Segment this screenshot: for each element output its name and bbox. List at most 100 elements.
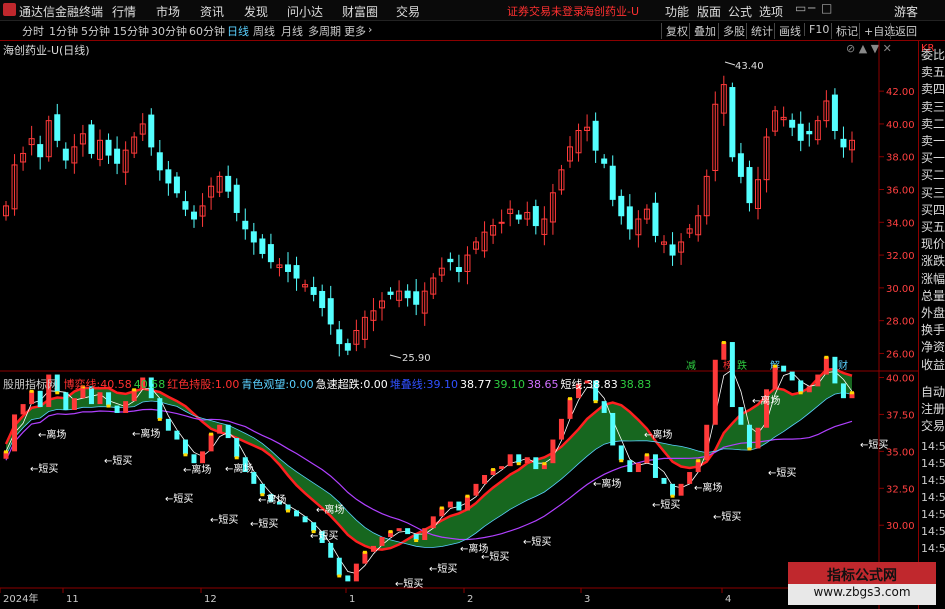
menu-wenxiaoda[interactable]: 问小达 xyxy=(287,3,323,20)
watermark-url: www.zbgs3.com xyxy=(813,585,911,599)
menu-hangqing[interactable]: 行情 xyxy=(112,3,136,20)
candle-body xyxy=(310,287,317,295)
period-monthly[interactable]: 月线 xyxy=(281,23,303,39)
ind-dot xyxy=(542,462,547,466)
ind-bar xyxy=(798,380,804,393)
ind-bar xyxy=(627,460,633,473)
minimize-icon[interactable]: ─ xyxy=(808,1,815,15)
period-15min[interactable]: 15分钟 xyxy=(113,23,149,39)
ind-bar xyxy=(729,342,735,408)
date-label: 3 xyxy=(584,594,590,605)
indicator-axis: 40.00 37.50 35.00 32.50 30.00 xyxy=(879,374,915,532)
candle-body xyxy=(225,175,232,192)
quote-lower-item[interactable]: 交易 xyxy=(921,419,945,434)
ind-dot xyxy=(183,453,188,457)
btn-tongji[interactable]: 统计 xyxy=(746,23,773,39)
menu-shichang[interactable]: 市场 xyxy=(156,3,180,20)
quote-lower-item[interactable]: 自动 xyxy=(921,385,945,400)
candle-body xyxy=(669,244,676,256)
ind-bar xyxy=(772,365,778,390)
date-axis: 2024年 11 12 1 2 3 4 xyxy=(0,588,731,605)
ind-dot xyxy=(439,506,444,510)
ind-dot xyxy=(824,355,829,359)
ind-bar xyxy=(20,404,26,415)
trade-time: 14:5 xyxy=(921,474,945,487)
menu-zixun[interactable]: 资讯 xyxy=(200,3,224,20)
ind-bar xyxy=(353,563,359,582)
buy-signal-label: ←短买 xyxy=(523,535,551,548)
trade-login-notice[interactable]: 证券交易未登录 xyxy=(507,3,584,19)
btn-duogu[interactable]: 多股 xyxy=(718,23,745,39)
period-1min[interactable]: 1分钟 xyxy=(49,23,78,39)
candle-body xyxy=(88,124,95,154)
kline-chart[interactable]: 42.00 40.00 38.00 36.00 34.00 32.00 30.00 28.00… xyxy=(0,40,918,609)
indicator-value: 40.58 xyxy=(133,378,166,391)
ind-dot xyxy=(850,391,854,395)
restore-icon[interactable]: ▭ xyxy=(795,1,806,15)
ind-bar xyxy=(507,454,513,467)
candle-body xyxy=(114,148,121,164)
period-daily[interactable]: 日线 xyxy=(227,23,249,39)
candle-body xyxy=(242,220,249,230)
period-5min[interactable]: 5分钟 xyxy=(81,23,110,39)
quote-lower-item[interactable]: 注册 xyxy=(921,402,945,417)
menu-jiaoyi[interactable]: 交易 xyxy=(396,3,420,20)
period-60min[interactable]: 60分钟 xyxy=(189,23,225,39)
ind-bar xyxy=(208,433,214,452)
ind-bar xyxy=(806,386,812,393)
ind-bar xyxy=(217,424,223,434)
menu-gongshi[interactable]: 公式 xyxy=(728,3,752,20)
period-30min[interactable]: 30分钟 xyxy=(151,23,187,39)
menu-gongneng[interactable]: 功能 xyxy=(665,3,689,20)
app-logo-icon xyxy=(3,3,16,16)
maximize-icon[interactable]: □ xyxy=(821,1,832,15)
candle-body xyxy=(250,231,257,243)
ind-dot xyxy=(644,453,649,457)
candle-body xyxy=(233,184,240,213)
period-more[interactable]: 更多 xyxy=(344,23,366,39)
ind-bar xyxy=(840,383,846,399)
candle-body xyxy=(609,165,616,200)
btn-fanhui[interactable]: 返回 xyxy=(890,23,917,39)
ind-bar xyxy=(234,438,240,458)
candle-body xyxy=(515,214,522,220)
period-multi[interactable]: 多周期 xyxy=(308,23,341,39)
buy-signal-label: ←短买 xyxy=(250,517,278,530)
menu-banmian[interactable]: 版面 xyxy=(697,3,721,20)
ind-dot xyxy=(4,450,8,454)
ind-bar xyxy=(652,454,658,478)
ind-dot xyxy=(414,539,419,542)
btn-huaxian[interactable]: 画线 xyxy=(774,23,801,39)
ind-bar xyxy=(396,528,402,532)
candle-body xyxy=(148,114,155,148)
quote-item: 外盘 xyxy=(921,306,945,320)
indicator-value: 堆叠线:39.10 xyxy=(389,378,459,391)
ind-dot xyxy=(362,550,367,554)
menu-xuanxiang[interactable]: 选项 xyxy=(759,3,783,20)
trade-time: 14:5 xyxy=(921,525,945,538)
ind-bar xyxy=(832,356,838,384)
price-tick-label: 32.00 xyxy=(886,251,915,262)
quote-item: 买三 xyxy=(921,185,945,200)
ind-bar xyxy=(123,401,129,413)
ind-dot xyxy=(157,417,162,421)
ind-bar xyxy=(464,495,470,511)
candle-body xyxy=(319,290,326,309)
period-fenshi[interactable]: 分时 xyxy=(22,23,44,39)
ind-dot xyxy=(209,432,214,436)
user-guest[interactable]: 游客 xyxy=(894,3,918,20)
candle-body xyxy=(618,195,625,217)
period-weekly[interactable]: 周线 xyxy=(253,23,275,39)
btn-diejia[interactable]: 叠加 xyxy=(689,23,716,39)
btn-biaoji[interactable]: 标记 xyxy=(831,23,858,39)
candle-body xyxy=(267,244,274,263)
ind-dot xyxy=(798,391,803,395)
price-tick-label: 34.00 xyxy=(886,218,915,229)
ind-bar xyxy=(311,522,317,532)
menu-caifuquan[interactable]: 财富圈 xyxy=(342,3,378,20)
btn-f10[interactable]: F10 xyxy=(804,23,829,36)
btn-fuquan[interactable]: 复权 xyxy=(661,23,688,39)
ind-bar xyxy=(63,392,69,410)
more-chevron-icon[interactable]: › xyxy=(368,23,372,36)
menu-faxian[interactable]: 发现 xyxy=(244,3,268,20)
